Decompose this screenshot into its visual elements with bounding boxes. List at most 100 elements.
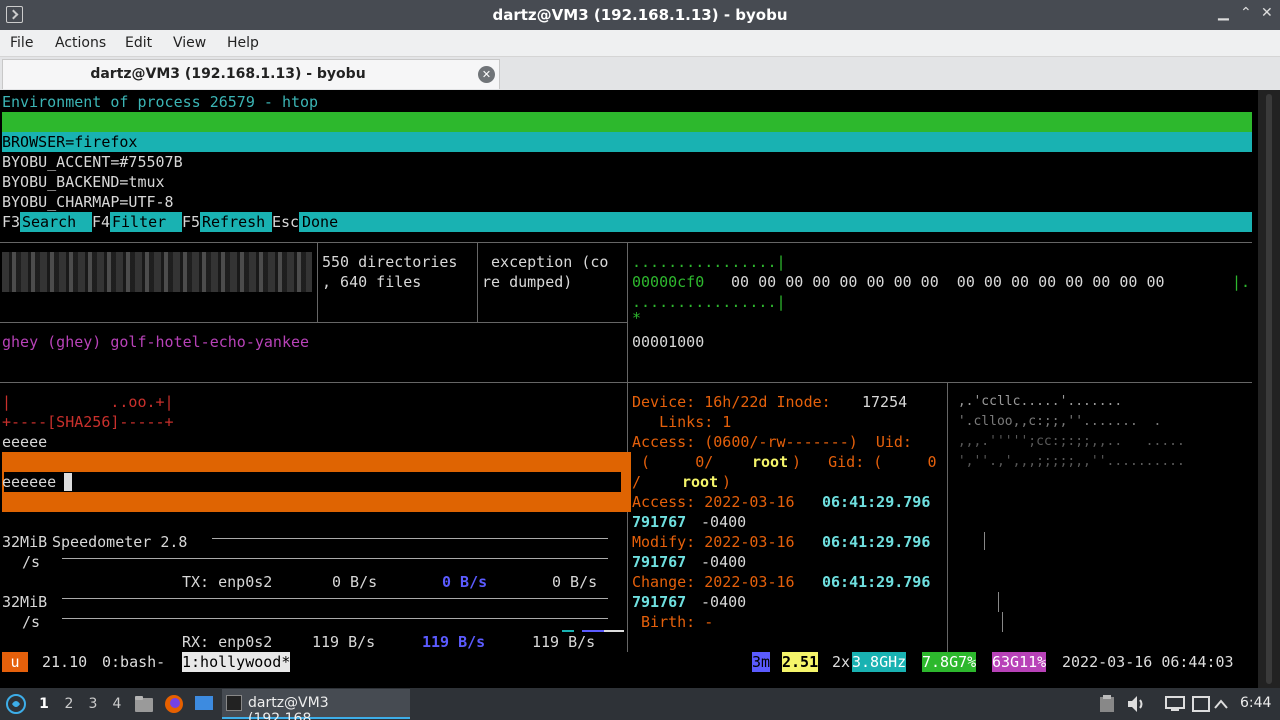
stat-uid-name: root	[752, 453, 789, 471]
pane-divider	[627, 242, 628, 652]
exception-line-1: exception (co	[482, 253, 609, 271]
tab-label: dartz@VM3 (192.168.1.13) - byobu	[90, 66, 366, 82]
stat-gid: ) Gid: ( 0	[792, 453, 937, 471]
sha-line-3: eeeee	[2, 433, 48, 451]
tab-bar: dartz@VM3 (192.168.1.13) - byobu ✕	[0, 57, 1280, 90]
stat-access-tz: -0400	[692, 513, 747, 531]
desktop-icon[interactable]	[194, 695, 214, 713]
speed-y-bottom-unit: /s	[22, 613, 41, 631]
window-tab-1[interactable]: 1:hollywood*	[182, 652, 291, 672]
status-cpu-freq: 3.8GHz	[852, 652, 907, 672]
env-line-4: BYOBU_CHARMAP=UTF-8	[2, 193, 174, 211]
ascii-art-mark	[984, 532, 985, 550]
filter-button[interactable]: Filter	[112, 212, 175, 232]
status-version: 21.10	[42, 653, 88, 671]
menu-actions[interactable]: Actions	[55, 35, 106, 51]
menu-view[interactable]: View	[173, 35, 206, 51]
workspace-4[interactable]: 4	[106, 692, 128, 716]
ascii-art-mark	[998, 592, 999, 612]
stat-gid-close: )	[722, 473, 732, 491]
tx-current: 0 B/s	[332, 573, 378, 591]
stat-access-ns: 791767	[632, 513, 687, 531]
tray-expand-icon[interactable]	[1214, 698, 1228, 710]
htop-selected-row[interactable]	[2, 132, 1252, 152]
stat-change-tz: -0400	[692, 593, 747, 611]
firefox-icon[interactable]	[164, 694, 184, 714]
menu-help[interactable]: Help	[227, 35, 259, 51]
rx-average: 119 B/s	[422, 633, 486, 651]
workspace-1[interactable]: 1	[33, 692, 55, 716]
hexdump-offset: 00000cf0	[632, 273, 705, 291]
tx-max: 0 B/s	[552, 573, 598, 591]
minimize-button[interactable]: ▁	[1218, 5, 1229, 21]
ascii-art-line-1: ,.'ccllc.....'.......	[950, 394, 1123, 409]
hexdump-end-offset: 00001000	[632, 333, 705, 351]
stat-modify-label: Modify: 2022-03-16	[632, 533, 804, 551]
stat-modify-time: 06:41:29.796	[822, 533, 931, 551]
notifications-icon[interactable]	[1192, 696, 1210, 712]
file-manager-icon[interactable]	[134, 695, 154, 713]
status-cpu-count: 2x	[832, 653, 851, 671]
rx-max: 119 B/s	[532, 633, 596, 651]
workspace-2[interactable]: 2	[58, 692, 80, 716]
window-title: dartz@VM3 (192.168.1.13) - byobu	[492, 6, 788, 24]
hexdump-tail: |.	[1232, 273, 1251, 291]
stat-gid-slash: /	[632, 473, 687, 491]
status-uptime: 3m	[752, 652, 771, 672]
pane-divider	[477, 242, 478, 322]
volume-icon[interactable]	[1127, 695, 1147, 713]
input-field[interactable]	[4, 472, 621, 492]
input-value: eeeeee	[2, 473, 57, 491]
network-icon[interactable]	[1165, 696, 1185, 712]
stat-change-time: 06:41:29.796	[822, 573, 931, 591]
taskbar-clock[interactable]: 6:44	[1240, 695, 1271, 711]
taskbar-window-button[interactable]: dartz@VM3 (192.168....	[222, 689, 410, 720]
tab-session[interactable]: dartz@VM3 (192.168.1.13) - byobu ✕	[2, 59, 500, 89]
ascii-art-line-2: '.clloo,,c:;;,''....... .	[950, 414, 1162, 429]
done-button[interactable]: Done	[302, 212, 338, 232]
tree-summary-line-1: 550 directories	[322, 253, 458, 271]
menu-bar: File Actions Edit View Help	[0, 30, 1280, 57]
hexdump-dots-2: ................|	[632, 293, 786, 311]
user-text: ghey (ghey) golf-hotel-echo-yankee	[2, 333, 310, 351]
stat-change-ns: 791767	[632, 593, 687, 611]
pane-divider-top	[0, 242, 1252, 243]
speed-title: Speedometer 2.8	[52, 533, 188, 551]
stat-device: Device: 16h/22d Inode:	[632, 393, 840, 411]
close-button[interactable]: ✕	[1261, 5, 1273, 21]
speed-y-top: 32MiB	[2, 533, 48, 551]
start-menu-icon[interactable]	[6, 694, 26, 714]
pane-divider	[0, 322, 627, 323]
rx-current: 119 B/s	[312, 633, 376, 651]
exception-line-2: re dumped)	[482, 273, 573, 291]
tab-close-icon[interactable]: ✕	[478, 66, 495, 83]
hexdump-bytes: 00 00 00 00 00 00 00 00 00 00 00 00 00 0…	[722, 273, 1165, 291]
stat-modify-ns: 791767	[632, 553, 687, 571]
window-tab-0[interactable]: 0:bash-	[102, 652, 165, 672]
menu-file[interactable]: File	[10, 35, 33, 51]
refresh-button[interactable]: Refresh	[202, 212, 265, 232]
byobu-session-icon: u	[2, 652, 28, 672]
stat-uid-open: ( 0/	[632, 453, 759, 471]
terminal-icon	[226, 695, 242, 711]
speed-graph-line	[62, 618, 608, 619]
terminal-area[interactable]: Environment of process 26579 - htop BROW…	[0, 90, 1280, 688]
stat-gid-name: root	[682, 473, 719, 491]
window-titlebar[interactable]: dartz@VM3 (192.168.1.13) - byobu ▁ ⌃ ✕	[0, 0, 1280, 30]
speed-y-top-unit: /s	[22, 553, 41, 571]
menu-edit[interactable]: Edit	[125, 35, 152, 51]
htop-green-bar	[2, 112, 1252, 132]
workspace-3[interactable]: 3	[82, 692, 104, 716]
sha-art-line-1: | ..oo.+|	[2, 393, 174, 411]
terminal-scrollbar[interactable]	[1258, 90, 1280, 688]
status-memory: 7.8G7%	[922, 652, 977, 672]
search-button[interactable]: Search	[22, 212, 85, 232]
stat-birth: Birth: -	[632, 613, 714, 631]
maximize-button[interactable]: ⌃	[1240, 5, 1252, 21]
clipboard-icon[interactable]	[1099, 695, 1115, 713]
env-line-2: BYOBU_ACCENT=#75507B	[2, 153, 183, 171]
key-f3: F3	[2, 212, 21, 232]
env-line-1: BROWSER=firefox	[2, 133, 138, 151]
pane-divider	[317, 242, 318, 322]
htop-header: Environment of process 26579 - htop	[2, 93, 319, 111]
